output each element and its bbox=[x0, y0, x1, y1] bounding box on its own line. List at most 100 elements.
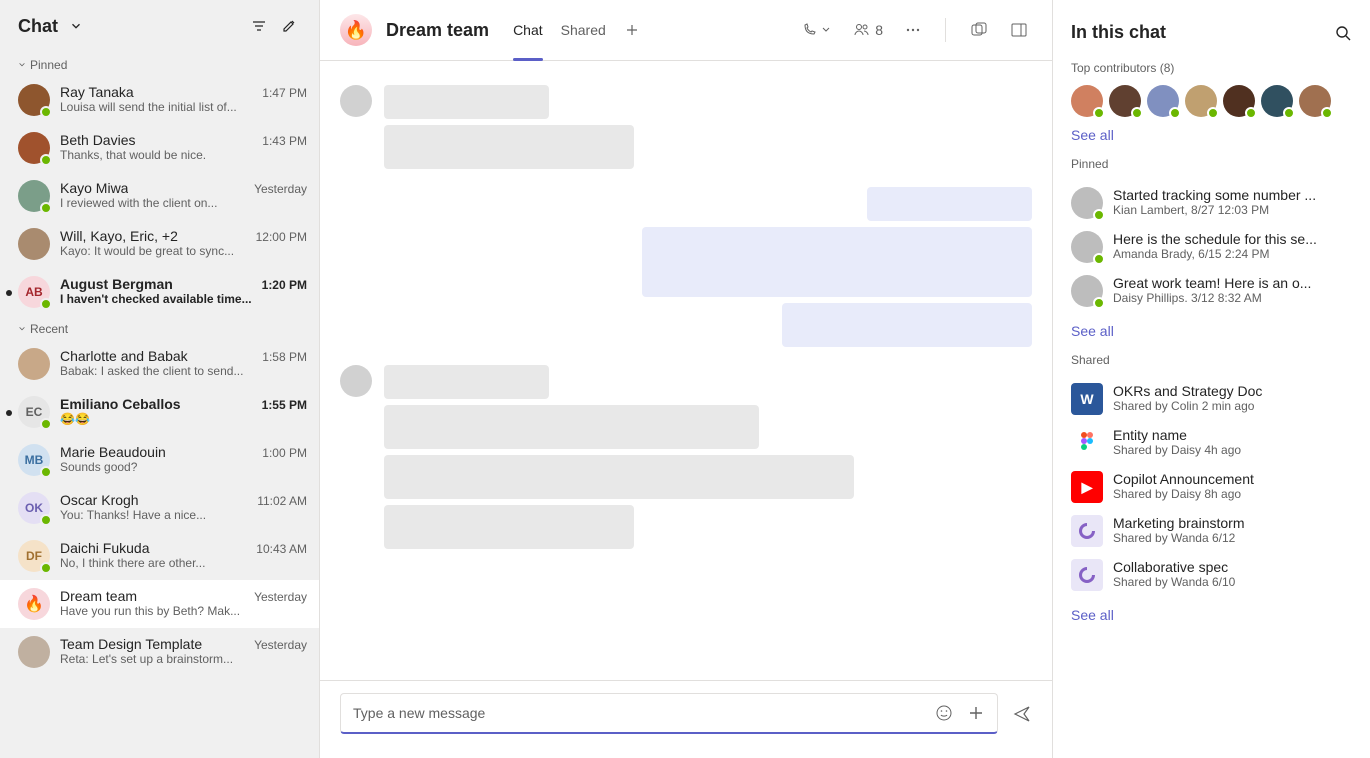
chat-preview: I haven't checked available time... bbox=[60, 292, 307, 306]
chat-time: 1:58 PM bbox=[262, 350, 307, 364]
chat-time: Yesterday bbox=[254, 182, 307, 196]
chat-list-item[interactable]: OKOscar Krogh11:02 AMYou: Thanks! Have a… bbox=[0, 484, 319, 532]
shared-file[interactable]: Marketing brainstormShared by Wanda 6/12 bbox=[1071, 509, 1352, 553]
chat-name: August Bergman bbox=[60, 276, 173, 292]
message-group-self bbox=[340, 187, 1032, 347]
pinned-subtitle: Amanda Brady, 6/15 2:24 PM bbox=[1113, 247, 1317, 261]
chat-name: Daichi Fukuda bbox=[60, 540, 150, 556]
file-icon: W bbox=[1071, 383, 1103, 415]
avatar bbox=[18, 228, 50, 260]
message-bubble[interactable] bbox=[782, 303, 1032, 347]
shared-file[interactable]: Collaborative specShared by Wanda 6/10 bbox=[1071, 553, 1352, 597]
pinned-message[interactable]: Started tracking some number ...Kian Lam… bbox=[1071, 181, 1352, 225]
avatar: 🔥 bbox=[18, 588, 50, 620]
compose-box[interactable] bbox=[340, 693, 998, 734]
shared-subtitle: Shared by Colin 2 min ago bbox=[1113, 399, 1262, 413]
chevron-down-icon[interactable] bbox=[64, 14, 88, 38]
shared-file[interactable]: Entity nameShared by Daisy 4h ago bbox=[1071, 421, 1352, 465]
emoji-icon[interactable] bbox=[935, 704, 953, 722]
avatar bbox=[340, 365, 372, 397]
more-icon[interactable] bbox=[901, 18, 925, 42]
chat-preview: Babak: I asked the client to send... bbox=[60, 364, 307, 378]
avatar: EC bbox=[18, 396, 50, 428]
contributors-label: Top contributors (8) bbox=[1071, 61, 1352, 75]
chat-list-item[interactable]: ABAugust Bergman1:20 PMI haven't checked… bbox=[0, 268, 319, 316]
chat-list-item[interactable]: Will, Kayo, Eric, +212:00 PMKayo: It wou… bbox=[0, 220, 319, 268]
chat-list-item[interactable]: Beth Davies1:43 PMThanks, that would be … bbox=[0, 124, 319, 172]
message-bubble[interactable] bbox=[384, 505, 634, 549]
message-bubble[interactable] bbox=[642, 227, 1032, 297]
chat-time: 10:43 AM bbox=[256, 542, 307, 556]
chat-list-item[interactable]: ECEmiliano Ceballos1:55 PM😂😂 bbox=[0, 388, 319, 436]
message-input[interactable] bbox=[353, 705, 925, 721]
see-all-pinned[interactable]: See all bbox=[1071, 323, 1114, 339]
pinned-message[interactable]: Here is the schedule for this se...Amand… bbox=[1071, 225, 1352, 269]
message-list[interactable] bbox=[320, 61, 1052, 680]
pinned-header[interactable]: Pinned bbox=[0, 52, 319, 76]
message-bubble[interactable] bbox=[384, 125, 634, 169]
chat-preview: No, I think there are other... bbox=[60, 556, 307, 570]
add-tab-button[interactable] bbox=[620, 18, 644, 42]
contributor-avatar[interactable] bbox=[1261, 85, 1293, 117]
chat-list-item[interactable]: 🔥Dream teamYesterdayHave you run this by… bbox=[0, 580, 319, 628]
pinned-title: Started tracking some number ... bbox=[1113, 187, 1316, 203]
message-bubble[interactable] bbox=[867, 187, 1032, 221]
chat-sidebar: Chat Pinned Ray Tanaka1:47 PMLouisa will… bbox=[0, 0, 320, 758]
call-button[interactable] bbox=[797, 18, 835, 42]
shared-file[interactable]: ▶Copilot AnnouncementShared by Daisy 8h … bbox=[1071, 465, 1352, 509]
avatar bbox=[18, 180, 50, 212]
message-bubble[interactable] bbox=[384, 405, 759, 449]
contributors-row bbox=[1071, 85, 1352, 117]
contributor-avatar[interactable] bbox=[1299, 85, 1331, 117]
avatar bbox=[1071, 187, 1103, 219]
chat-name: Beth Davies bbox=[60, 132, 135, 148]
shared-title: OKRs and Strategy Doc bbox=[1113, 383, 1262, 399]
shared-label: Shared bbox=[1071, 353, 1352, 367]
participants-button[interactable]: 8 bbox=[849, 18, 887, 42]
filter-icon[interactable] bbox=[247, 14, 271, 38]
recent-header[interactable]: Recent bbox=[0, 316, 319, 340]
chat-list-item[interactable]: MBMarie Beaudouin1:00 PMSounds good? bbox=[0, 436, 319, 484]
shared-title: Marketing brainstorm bbox=[1113, 515, 1245, 531]
chat-name: Kayo Miwa bbox=[60, 180, 128, 196]
shared-subtitle: Shared by Wanda 6/12 bbox=[1113, 531, 1245, 545]
shared-title: Copilot Announcement bbox=[1113, 471, 1254, 487]
panel-toggle-icon[interactable] bbox=[1006, 17, 1032, 43]
shared-file[interactable]: W OKRs and Strategy DocShared by Colin 2 … bbox=[1071, 377, 1352, 421]
chat-list-item[interactable]: Ray Tanaka1:47 PMLouisa will send the in… bbox=[0, 76, 319, 124]
chat-name: Emiliano Ceballos bbox=[60, 396, 181, 412]
contributor-avatar[interactable] bbox=[1147, 85, 1179, 117]
contributor-avatar[interactable] bbox=[1223, 85, 1255, 117]
sidebar-title: Chat bbox=[18, 16, 58, 37]
see-all-contributors[interactable]: See all bbox=[1071, 127, 1114, 143]
search-icon[interactable] bbox=[1334, 24, 1352, 42]
chat-time: 12:00 PM bbox=[256, 230, 307, 244]
see-all-shared[interactable]: See all bbox=[1071, 607, 1114, 623]
chat-list-item[interactable]: Kayo MiwaYesterdayI reviewed with the cl… bbox=[0, 172, 319, 220]
compose-area bbox=[320, 680, 1052, 758]
message-bubble[interactable] bbox=[384, 365, 549, 399]
tab-chat[interactable]: Chat bbox=[513, 12, 543, 48]
send-button[interactable] bbox=[1012, 704, 1032, 724]
chat-time: 11:02 AM bbox=[257, 494, 307, 508]
contributor-avatar[interactable] bbox=[1109, 85, 1141, 117]
chat-list-item[interactable]: DF Daichi Fukuda 10:43 AMNo, I think there… bbox=[0, 532, 319, 580]
chat-list-item[interactable]: Team Design TemplateYesterdayReta: Let's… bbox=[0, 628, 319, 676]
contributor-avatar[interactable] bbox=[1185, 85, 1217, 117]
chat-name: Charlotte and Babak bbox=[60, 348, 188, 364]
message-bubble[interactable] bbox=[384, 455, 854, 499]
plus-icon[interactable] bbox=[967, 704, 985, 722]
tab-shared[interactable]: Shared bbox=[561, 12, 606, 48]
right-panel: In this chat Top contributors (8) See al… bbox=[1052, 0, 1370, 758]
compose-icon[interactable] bbox=[277, 14, 301, 38]
copilot-icon[interactable] bbox=[966, 17, 992, 43]
avatar: DF bbox=[18, 540, 50, 572]
file-icon: ▶ bbox=[1071, 471, 1103, 503]
chat-title: Dream team bbox=[386, 20, 489, 41]
message-bubble[interactable] bbox=[384, 85, 549, 119]
contributor-avatar[interactable] bbox=[1071, 85, 1103, 117]
chat-time: 1:20 PM bbox=[262, 278, 307, 292]
chat-list-item[interactable]: Charlotte and Babak 1:58 PMBabak: I asked… bbox=[0, 340, 319, 388]
pinned-message[interactable]: Great work team! Here is an o...Daisy Ph… bbox=[1071, 269, 1352, 313]
pinned-title: Here is the schedule for this se... bbox=[1113, 231, 1317, 247]
